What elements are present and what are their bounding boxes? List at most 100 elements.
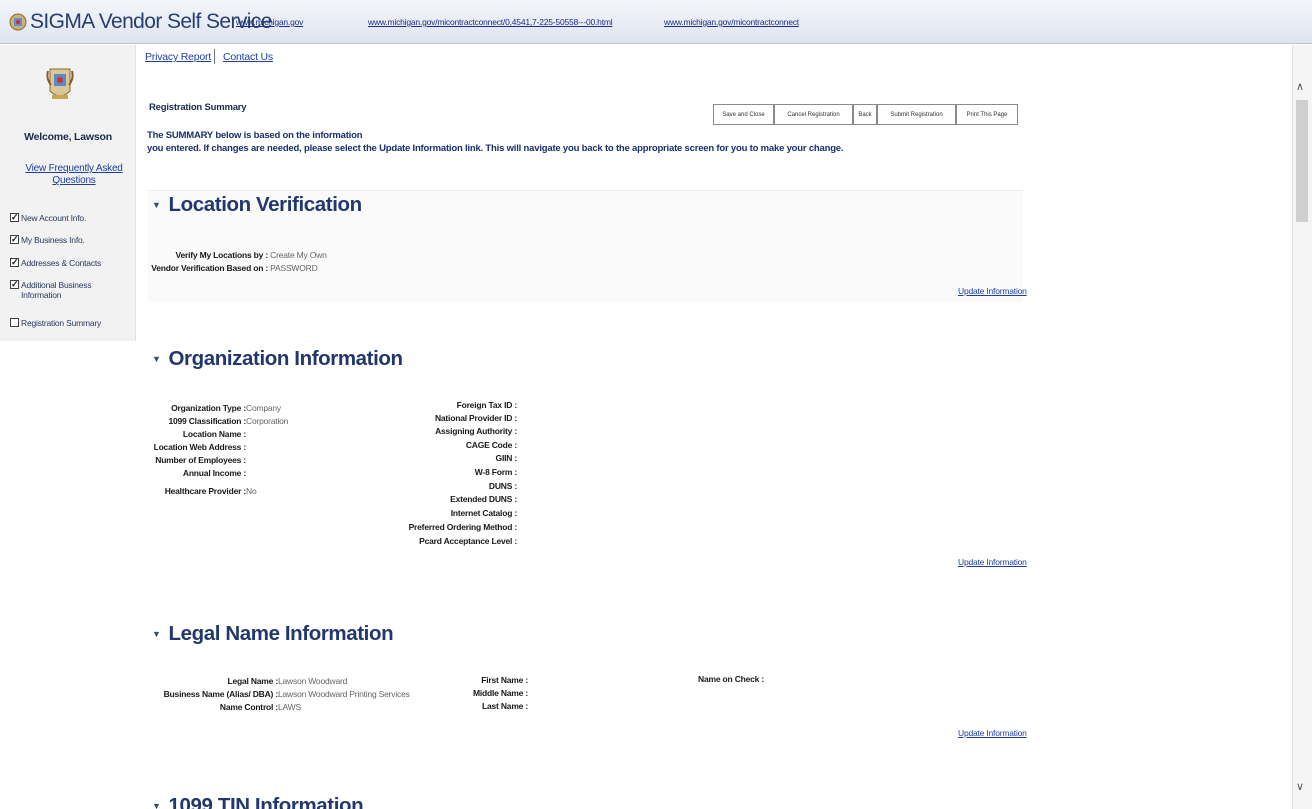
section-title-text: Legal Name Information [168,622,394,645]
step-additional-business[interactable]: ✓ Additional Business Information [10,280,132,300]
field-label: Vendor Verification Based on : [151,263,268,273]
checkbox-checked-icon: ✓ [10,212,19,222]
field-label: Middle Name : [472,688,528,698]
field-preferred-ordering: Preferred Ordering Method : [400,522,518,532]
section-title-text: Organization Information [168,347,404,370]
field-label: National Provider ID : [434,413,517,423]
field-pcard-acceptance: Pcard Acceptance Level : [400,536,517,546]
field-label: Name on Check : [698,674,764,684]
field-label: First Name : [481,675,528,685]
field-label: Assigning Authority : [435,426,517,436]
legal-name-section-title[interactable]: ▼ Legal Name Information [152,622,394,646]
step-addresses-contacts[interactable]: ✓ Addresses & Contacts [10,258,132,268]
field-vendor-verification: Vendor Verification Based on : PASSWORD [150,263,318,273]
field-label: W-8 Form : [474,467,517,477]
checkbox-checked-icon: ✓ [10,234,19,244]
field-label: Extended DUNS : [450,494,517,504]
field-value: Lawson Woodward Printing Services [278,689,410,699]
field-label: Business Name (Alias/ DBA) : [163,689,279,699]
chevron-down-icon[interactable]: ∨ [1296,780,1304,793]
link-michigan-gov[interactable]: www.michigan.gov [236,17,303,27]
field-location-name: Location Name : [150,429,246,439]
field-assigning-authority: Assigning Authority : [400,426,517,436]
scrollbar-thumb[interactable] [1296,100,1308,222]
checkbox-unchecked-icon [10,318,19,327]
print-page-button[interactable]: Print This Page [956,104,1018,125]
field-label: DUNS : [488,481,517,491]
field-duns: DUNS : [400,481,517,491]
step-label: My Business Info. [21,235,85,245]
chevron-down-icon: ▼ [152,801,161,809]
chevron-down-icon: ▼ [152,354,161,364]
field-label: Preferred Ordering Method : [408,522,518,532]
welcome-message: Welcome, Lawson [24,131,112,143]
privacy-report-link[interactable]: Privacy Report [145,51,211,63]
field-label: CAGE Code : [465,440,517,450]
field-employees: Number of Employees : [150,455,246,465]
checkbox-checked-icon: ✓ [10,257,19,267]
top-header-bar: SIGMA Vendor Self Service www.michigan.g… [0,0,1312,44]
chevron-down-icon: ▼ [152,629,161,639]
field-legal-name: Legal Name :Lawson Woodward [150,676,347,686]
field-value: PASSWORD [270,263,318,273]
field-middle-name: Middle Name : [440,688,528,698]
field-giin: GIIN : [400,453,518,463]
update-location-link[interactable]: Update Information [958,286,1027,296]
field-w8-form: W-8 Form : [400,467,517,477]
section-title-text: 1099 TIN Information [168,794,364,809]
step-label: Additional Business Information [21,280,92,300]
field-label: Annual Income : [182,468,246,478]
field-last-name: Last Name : [440,701,528,711]
field-label: Name Control : [219,702,278,712]
tin-section-title[interactable]: ▼ 1099 TIN Information [152,794,364,809]
location-section-title[interactable]: ▼ Location Verification [152,193,362,217]
step-business-info[interactable]: ✓ My Business Info. [10,235,132,245]
field-cage-code: CAGE Code : [400,440,517,450]
faq-link[interactable]: View Frequently Asked Questions [24,163,124,187]
field-label: Internet Catalog : [450,508,517,518]
field-first-name: First Name : [440,675,528,685]
field-label: GIIN : [495,453,518,463]
field-label: Foreign Tax ID : [456,400,518,410]
field-name-control: Name Control :LAWS [150,702,301,712]
cancel-registration-button[interactable]: Cancel Registration [774,104,853,125]
field-label: Verify My Locations by : [175,250,268,260]
field-internet-catalog: Internet Catalog : [400,508,517,518]
field-annual-income: Annual Income : [150,468,246,478]
chevron-up-icon[interactable]: ∧ [1296,80,1304,93]
step-new-account[interactable]: ✓ New Account Info. [10,213,132,223]
michigan-seal-icon [9,13,27,31]
update-organization-link[interactable]: Update Information [958,557,1027,567]
field-value: Create My Own [270,250,327,260]
back-button[interactable]: Back [853,104,877,125]
field-foreign-tax-id: Foreign Tax ID : [400,400,518,410]
field-location-web: Location Web Address : [150,442,247,452]
field-label: Number of Employees : [155,455,246,465]
submit-registration-button[interactable]: Submit Registration [877,104,956,125]
field-verify-locations: Verify My Locations by : Create My Own [150,250,327,260]
nav-divider [214,49,215,64]
field-extended-duns: Extended DUNS : [400,494,517,504]
link-micontractconnect[interactable]: www.michigan.gov/micontractconnect [664,17,799,27]
field-label: Healthcare Provider : [164,486,247,496]
step-registration-summary[interactable]: Registration Summary [10,318,132,328]
save-and-close-button[interactable]: Save and Close [713,104,774,125]
page-title: Registration Summary [149,102,247,113]
contact-us-link[interactable]: Contact Us [223,51,273,63]
checkbox-checked-icon: ✓ [10,279,19,289]
link-micontractconnect-page[interactable]: www.michigan.gov/micontractconnect/0,454… [368,17,613,27]
app-title: SIGMA Vendor Self Service [8,8,272,36]
section-title-text: Location Verification [168,193,363,216]
field-label: Pcard Acceptance Level : [419,536,517,546]
field-value: Lawson Woodward [278,676,348,686]
sidebar: Welcome, Lawson View Frequently Asked Qu… [0,45,136,341]
step-label: New Account Info. [21,213,87,223]
field-label: Location Web Address : [153,442,247,452]
organization-section-title[interactable]: ▼ Organization Information [152,347,403,371]
chevron-down-icon: ▼ [152,200,161,210]
field-label: Organization Type : [171,403,246,413]
update-legal-name-link[interactable]: Update Information [958,728,1027,738]
field-value: Company [246,403,281,413]
step-label: Registration Summary [21,318,102,328]
field-organization-type: Organization Type :Company [150,403,281,413]
